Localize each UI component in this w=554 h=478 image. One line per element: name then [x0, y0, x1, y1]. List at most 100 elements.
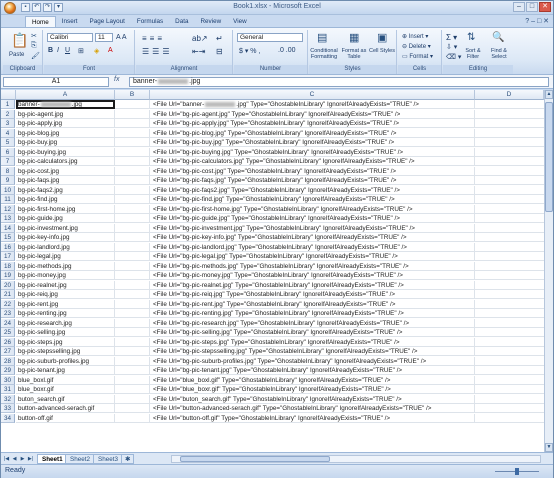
row-header[interactable]: 18 [1, 261, 15, 271]
row-header[interactable]: 12 [1, 204, 15, 214]
cell-b[interactable] [115, 280, 150, 290]
tab-view[interactable]: View [227, 16, 253, 27]
cell-b[interactable] [115, 328, 150, 337]
delete-button[interactable]: ⊖ Delete ▾ [402, 43, 431, 50]
cell-a[interactable]: banner- .jpg [16, 100, 115, 109]
cell-b[interactable] [115, 204, 150, 214]
cell-c[interactable]: <File Url="banner- .jpg" Type="GhostableI… [150, 100, 475, 109]
cell-c[interactable]: <File Url="bg-pic-research.jpg" Type="Gh… [150, 318, 475, 328]
cell-b[interactable] [115, 347, 150, 356]
vertical-align-icons[interactable]: ≡≡≡ [142, 34, 165, 43]
row-header[interactable]: 28 [1, 356, 15, 366]
cell-styles-button[interactable]: Cell Styles [369, 48, 395, 54]
cell-b[interactable] [115, 413, 150, 423]
cell-a[interactable]: blue_boxr.gif [16, 385, 115, 394]
cell-a[interactable]: bg-pic-buying.jpg [16, 147, 115, 157]
cell-a[interactable]: button-advanced-serach.gif [16, 404, 115, 413]
first-sheet-icon[interactable]: |◀ [3, 455, 10, 463]
row-header[interactable]: 19 [1, 271, 15, 280]
row-header[interactable]: 14 [1, 223, 15, 233]
row-header[interactable]: 22 [1, 299, 15, 309]
cell-c[interactable]: <File Url="bg-pic-investment.jpg" Type="… [150, 223, 475, 233]
fill-icon[interactable]: ⇩ ▾ [446, 43, 457, 51]
paste-button[interactable]: Paste [9, 52, 24, 58]
cell-b[interactable] [115, 309, 150, 318]
cell-d[interactable] [475, 195, 544, 204]
cell-b[interactable] [115, 147, 150, 157]
cell-d[interactable] [475, 100, 544, 109]
cell-a[interactable]: bg-pic-landlord.jpg [16, 242, 115, 252]
cell-a[interactable]: bg-pic-guide.jpg [16, 214, 115, 223]
formula-input[interactable]: banner- .jpg [129, 77, 549, 87]
cell-b[interactable] [115, 195, 150, 204]
cell-d[interactable] [475, 224, 544, 233]
cell-d[interactable] [475, 347, 544, 356]
cell-d[interactable] [475, 119, 544, 128]
cell-c[interactable]: <File Url="blue_boxl.gif" Type="Ghostabl… [150, 375, 475, 385]
cell-a[interactable]: buton_search.gif [16, 394, 115, 404]
row-header[interactable]: 17 [1, 252, 15, 261]
name-box[interactable]: A1 [3, 77, 109, 87]
cell-d[interactable] [475, 167, 544, 176]
cell-a[interactable]: bg-pic-rent.jpg [16, 299, 115, 309]
cell-c[interactable]: <File Url="bg-pic-reiq.jpg" Type="Ghosta… [150, 290, 475, 299]
cell-d[interactable] [475, 205, 544, 214]
cell-c[interactable]: <File Url="bg-pic-faqs2.jpg" Type="Ghost… [150, 185, 475, 195]
paste-icon[interactable]: 📋 [11, 32, 28, 49]
row-header[interactable]: 15 [1, 233, 15, 242]
underline-icon[interactable]: U [65, 47, 70, 54]
border-icon[interactable]: ⊞ [78, 47, 84, 55]
merge-center-icon[interactable]: ⊟ [216, 47, 223, 56]
column-header-c[interactable]: C [150, 90, 475, 100]
cell-d[interactable] [475, 271, 544, 280]
minimize-icon[interactable]: – [513, 2, 525, 12]
cell-d[interactable] [475, 338, 544, 347]
cell-b[interactable] [115, 138, 150, 147]
cell-c[interactable]: <File Url="bg-pic-blog.jpg" Type="Ghosta… [150, 128, 475, 138]
cell-b[interactable] [115, 119, 150, 128]
row-header[interactable]: 3 [1, 119, 15, 128]
horizontal-scroll-thumb[interactable] [180, 456, 330, 462]
cut-icon[interactable]: ✂ [31, 32, 37, 40]
row-header[interactable]: 10 [1, 185, 15, 195]
cell-a[interactable]: bg-pic-research.jpg [16, 318, 115, 328]
tab-page-layout[interactable]: Page Layout [84, 16, 131, 27]
cell-d[interactable] [475, 366, 544, 375]
row-header[interactable]: 24 [1, 318, 15, 328]
column-header-a[interactable]: A [16, 90, 115, 100]
row-header[interactable]: 26 [1, 337, 15, 347]
cell-d[interactable] [475, 233, 544, 242]
row-header[interactable]: 5 [1, 138, 15, 147]
cell-b[interactable] [115, 166, 150, 176]
column-header-b[interactable]: B [115, 90, 150, 100]
select-all-corner[interactable] [1, 90, 16, 100]
maximize-icon[interactable]: □ [526, 2, 538, 12]
cell-b[interactable] [115, 109, 150, 119]
scroll-down-icon[interactable]: ▼ [545, 443, 553, 452]
cell-d[interactable] [475, 214, 544, 223]
row-header[interactable]: 33 [1, 404, 15, 413]
row-header[interactable]: 4 [1, 128, 15, 138]
row-header[interactable]: 13 [1, 214, 15, 223]
copy-icon[interactable]: ⎘ [31, 42, 37, 50]
tab-review[interactable]: Review [194, 16, 227, 27]
row-header[interactable]: 23 [1, 309, 15, 318]
cell-d[interactable] [475, 262, 544, 271]
cell-d[interactable] [475, 157, 544, 166]
sheet-tab-1[interactable]: Sheet1 [37, 454, 68, 464]
cell-a[interactable]: bg-pic-renting.jpg [16, 309, 115, 318]
cell-a[interactable]: bg-pic-cost.jpg [16, 166, 115, 176]
cell-d[interactable] [475, 281, 544, 290]
cell-b[interactable] [115, 261, 150, 271]
scroll-up-icon[interactable]: ▲ [545, 90, 553, 99]
cell-a[interactable]: button-off.gif [16, 413, 115, 423]
sheet-tab-3[interactable]: Sheet3 [93, 454, 123, 464]
cell-c[interactable]: <File Url="buton_search.gif" Type="Ghost… [150, 394, 475, 404]
row-header[interactable]: 31 [1, 385, 15, 394]
cell-d[interactable] [475, 148, 544, 157]
cell-b[interactable] [115, 252, 150, 261]
cell-c[interactable]: <File Url="bg-pic-renting.jpg" Type="Gho… [150, 309, 475, 318]
cell-a[interactable]: bg-pic-realnet.jpg [16, 280, 115, 290]
fx-icon[interactable]: fx [114, 76, 119, 83]
italic-icon[interactable]: I [57, 47, 59, 54]
